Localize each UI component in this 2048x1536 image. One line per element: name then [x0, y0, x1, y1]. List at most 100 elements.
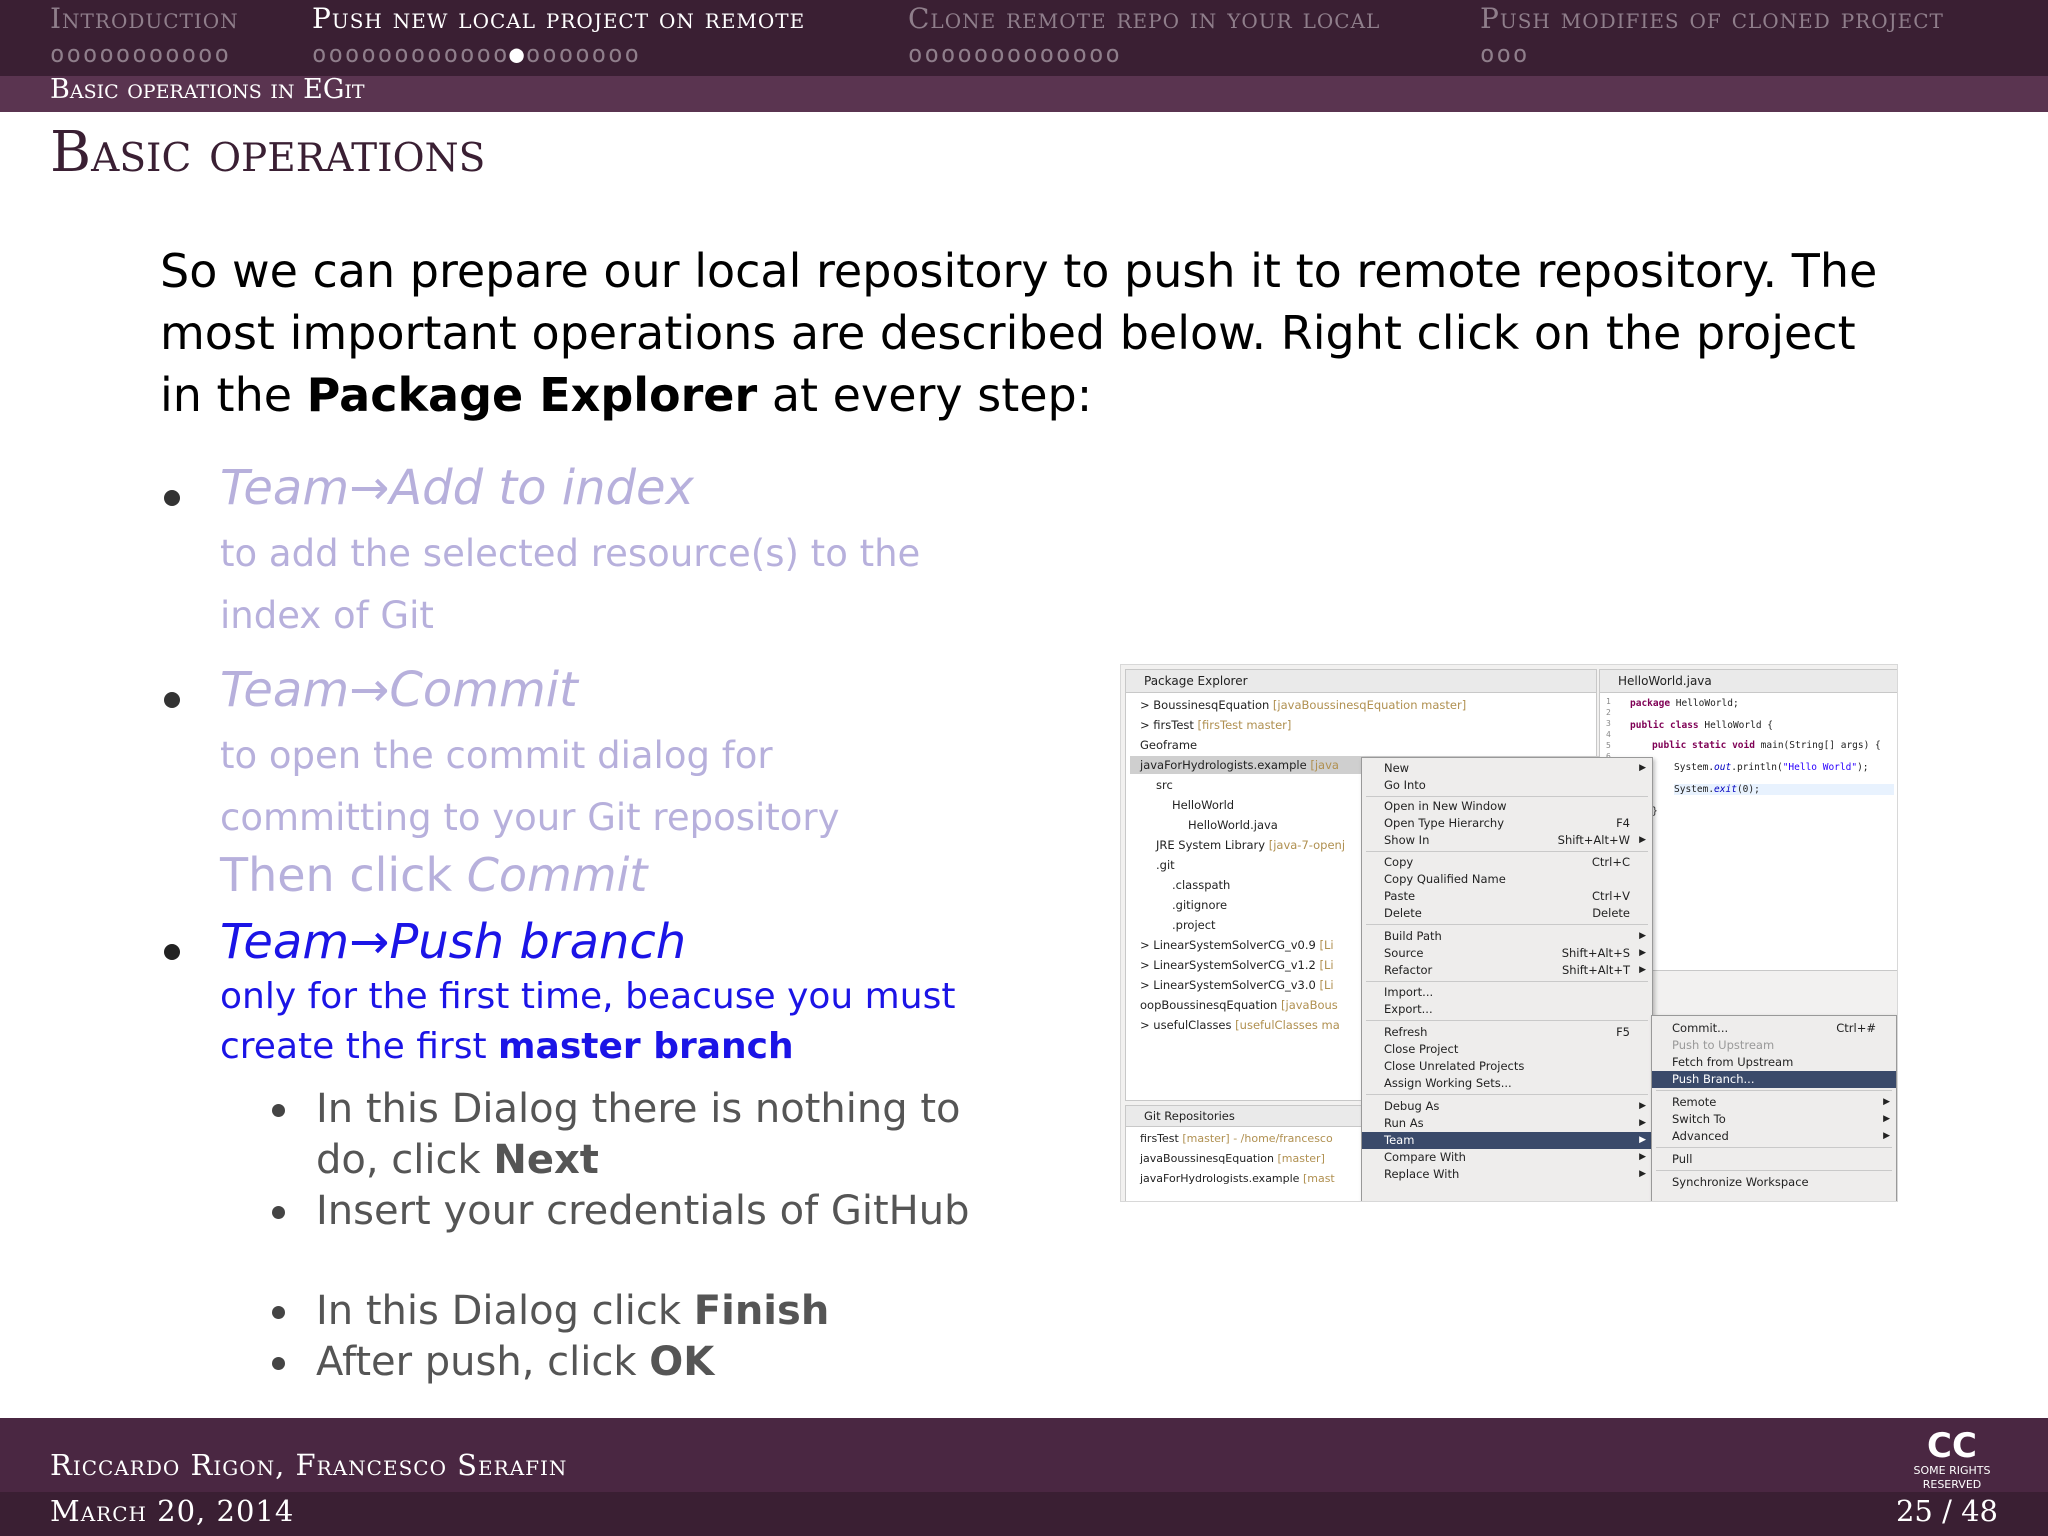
menu-item-paste[interactable]: Paste Ctrl+V: [1362, 888, 1652, 905]
menu-item-source[interactable]: Source Shift+Alt+S ▶: [1362, 945, 1652, 962]
menu-item-assign-working-sets[interactable]: Assign Working Sets...: [1362, 1075, 1652, 1092]
subsection-title: Basic operations in EGit: [50, 74, 365, 105]
submenu-arrow-icon: ▶: [1639, 1152, 1646, 1162]
nav-current-frame-dot[interactable]: ●: [509, 40, 525, 68]
subbullet-finish: In this Dialog click Finish: [272, 1286, 829, 1337]
tree-item-meta: [Li: [1315, 958, 1334, 972]
bullet-desc-line: to open the commit dialog for: [220, 734, 773, 777]
submenu-arrow-icon: ▶: [1639, 1118, 1646, 1128]
tree-item: HelloWorld: [1172, 796, 1234, 814]
menu-item-team[interactable]: Team ▶: [1362, 1132, 1652, 1149]
git-repo-meta: [master]: [1273, 1152, 1325, 1165]
nav-section-push-modifies[interactable]: Push modifies of cloned project: [1480, 2, 1944, 35]
menu-label: Close Unrelated Projects: [1384, 1059, 1525, 1073]
submenu-arrow-icon: ▶: [1639, 1135, 1646, 1145]
tree-item-label: .git: [1156, 858, 1175, 872]
menu-label: Open in New Window: [1384, 799, 1507, 813]
menu-item-commit[interactable]: Commit... Ctrl+#: [1652, 1020, 1896, 1037]
menu-item-push-to-upstream[interactable]: Push to Upstream: [1652, 1037, 1896, 1054]
footer-bar: Riccardo Rigon, Francesco Serafin March …: [0, 1418, 2048, 1536]
menu-accelerator: Ctrl+#: [1836, 1021, 1876, 1035]
nav-dots-introduction[interactable]: ooooooooooo: [50, 40, 231, 68]
tree-item-label: > LinearSystemSolverCG_v1.2: [1140, 958, 1316, 972]
bullet-desc-line: create the first master branch: [220, 1026, 794, 1067]
menu-accelerator: Delete: [1592, 906, 1630, 920]
menu-item-copy-qualified-name[interactable]: Copy Qualified Name: [1362, 871, 1652, 888]
cc-rights-text: SOME RIGHTS RESERVED: [1913, 1464, 1991, 1491]
tree-item-label: > LinearSystemSolverCG_v0.9: [1140, 938, 1316, 952]
submenu-arrow-icon: ▶: [1883, 1131, 1890, 1141]
menu-item-switch-to[interactable]: Switch To ▶: [1652, 1111, 1896, 1128]
footer-authors: Riccardo Rigon, Francesco Serafin: [50, 1448, 568, 1482]
menu-item-open-in-new-window[interactable]: Open in New Window: [1362, 798, 1652, 815]
tree-item-label: HelloWorld: [1172, 798, 1235, 812]
cc-logo-text: CC: [1927, 1426, 1977, 1466]
menu-item-refactor[interactable]: Refactor Shift+Alt+T ▶: [1362, 962, 1652, 979]
menu-separator: [1366, 1094, 1648, 1095]
menu-item-compare-with[interactable]: Compare With ▶: [1362, 1149, 1652, 1166]
bullet-head-add-to-index: Team→Add to index: [220, 460, 694, 516]
menu-item-remote[interactable]: Remote ▶: [1652, 1094, 1896, 1111]
menu-item-close-project[interactable]: Close Project: [1362, 1041, 1652, 1058]
menu-item-refresh[interactable]: Refresh F5: [1362, 1024, 1652, 1041]
menu-label: Paste: [1384, 889, 1416, 903]
tree-item-label: HelloWorld.java: [1188, 818, 1278, 832]
subbullet-credentials: Insert your credentials of GitHub: [272, 1186, 969, 1237]
code-text: System.: [1674, 762, 1715, 773]
team-submenu: Commit... Ctrl+# Push to Upstream Fetch f…: [1651, 1015, 1897, 1201]
git-repo-item: javaForHydrologists.example [mast: [1140, 1170, 1335, 1188]
intro-bold-package-explorer: Package Explorer: [306, 368, 758, 422]
menu-label: Team: [1384, 1133, 1415, 1147]
code-line: System.out.println("Hello World");: [1674, 762, 1869, 773]
subbullet-text: In this Dialog click: [316, 1288, 694, 1334]
bullet-dot: [164, 944, 180, 960]
bullet-extra-line: Then click Commit: [220, 848, 647, 902]
menu-item-new[interactable]: New ▶: [1362, 760, 1652, 777]
nav-section-clone-remote[interactable]: Clone remote repo in your local: [908, 2, 1380, 35]
nav-dots-clone-remote[interactable]: ooooooooooooo: [908, 40, 1122, 68]
menu-item-build-path[interactable]: Build Path ▶: [1362, 928, 1652, 945]
menu-item-advanced[interactable]: Advanced ▶: [1652, 1128, 1896, 1145]
menu-label: Refresh: [1384, 1025, 1428, 1039]
menu-item-replace-with[interactable]: Replace With ▶: [1362, 1166, 1652, 1183]
menu-label: Import...: [1384, 985, 1434, 999]
subbullet-text: do, click: [316, 1137, 494, 1183]
menu-label: Copy: [1384, 855, 1414, 869]
menu-item-push-branch[interactable]: Push Branch...: [1652, 1071, 1896, 1088]
code-string: "Hello World": [1782, 762, 1858, 773]
menu-item-go-into[interactable]: Go Into: [1362, 777, 1652, 794]
code-line: package HelloWorld;: [1630, 698, 1739, 709]
code-keyword: public class: [1630, 720, 1699, 731]
menu-item-delete[interactable]: Delete Delete: [1362, 905, 1652, 922]
subbullet-line-2: do, click Next: [316, 1135, 960, 1186]
nav-dots-after[interactable]: ooooooo: [526, 40, 641, 68]
menu-item-debug-as[interactable]: Debug As ▶: [1362, 1098, 1652, 1115]
git-repo-meta: [master] - /home/francesco: [1178, 1132, 1333, 1145]
menu-item-synchronize-workspace[interactable]: Synchronize Workspace: [1652, 1174, 1896, 1191]
nav-dots-push-new-local[interactable]: oooooooooooo●ooooooo: [312, 40, 641, 68]
menu-item-fetch-from-upstream[interactable]: Fetch from Upstream: [1652, 1054, 1896, 1071]
code-keyword: public static void: [1652, 740, 1755, 751]
subbullet-line-1: In this Dialog there is nothing to: [316, 1086, 961, 1132]
bullet-head-commit: Team→Commit: [220, 662, 578, 718]
tree-item: HelloWorld.java: [1188, 816, 1278, 834]
menu-item-open-type-hierarchy[interactable]: Open Type Hierarchy F4: [1362, 815, 1652, 832]
menu-accelerator: Shift+Alt+T: [1561, 963, 1630, 977]
nav-dots-before[interactable]: oooooooooooo: [312, 40, 509, 68]
tree-item-label: > firsTest: [1140, 718, 1194, 732]
code-text: HelloWorld {: [1698, 720, 1773, 731]
menu-label: Delete: [1384, 906, 1422, 920]
git-repo-item: firsTest [master] - /home/francesco: [1140, 1130, 1333, 1148]
bullet-desc-line: to add the selected resource(s) to the: [220, 532, 921, 575]
menu-item-show-in[interactable]: Show In Shift+Alt+W ▶: [1362, 832, 1652, 849]
nav-dots-push-modifies[interactable]: ooo: [1480, 40, 1529, 68]
nav-section-push-new-local[interactable]: Push new local project on remote: [312, 2, 805, 35]
menu-item-run-as[interactable]: Run As ▶: [1362, 1115, 1652, 1132]
menu-item-import[interactable]: Import...: [1362, 984, 1652, 1001]
menu-item-copy[interactable]: Copy Ctrl+C: [1362, 854, 1652, 871]
tree-item-label: .classpath: [1172, 878, 1231, 892]
menu-item-pull[interactable]: Pull: [1652, 1151, 1896, 1168]
menu-item-export[interactable]: Export...: [1362, 1001, 1652, 1018]
nav-section-introduction[interactable]: Introduction: [50, 2, 239, 35]
menu-item-close-unrelated[interactable]: Close Unrelated Projects: [1362, 1058, 1652, 1075]
